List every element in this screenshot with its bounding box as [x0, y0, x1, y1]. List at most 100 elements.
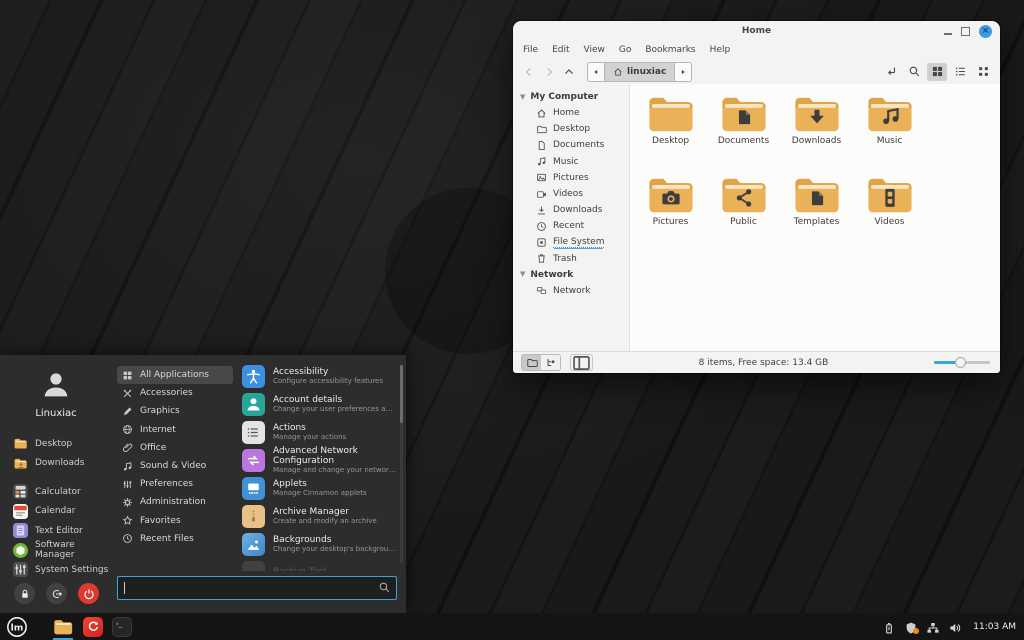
file-desktop[interactable]: Desktop	[634, 90, 707, 171]
folder-icon	[536, 124, 547, 135]
toggle-tree-pane-button[interactable]	[541, 355, 560, 370]
minimize-button[interactable]	[944, 32, 952, 35]
sidebar-item-trash[interactable]: Trash	[513, 251, 629, 267]
file-videos[interactable]: Videos	[853, 171, 926, 252]
maximize-button[interactable]	[961, 26, 970, 36]
sidebar-item-file-system[interactable]: File System	[513, 235, 629, 251]
slider-knob[interactable]	[955, 357, 966, 368]
titlebar[interactable]: Home ×	[513, 21, 1000, 41]
collapse-triangle-icon[interactable]: ▼	[520, 93, 525, 101]
breadcrumb-right-icon[interactable]	[675, 63, 691, 81]
sidebar-item-downloads[interactable]: Downloads	[513, 202, 629, 218]
battery-tray-icon[interactable]	[882, 620, 896, 634]
menu-search-input[interactable]	[117, 575, 397, 600]
shutdown-button[interactable]	[78, 583, 99, 604]
folder-templates-icon	[794, 176, 840, 214]
place-downloads[interactable]: Downloads	[0, 454, 112, 474]
toggle-location-entry-button[interactable]	[881, 63, 901, 81]
category-graphics[interactable]: Graphics	[117, 402, 233, 420]
app-archive-manager[interactable]: Archive Manager Create and modify an arch…	[242, 502, 396, 530]
app-advanced-network-configuration[interactable]: Advanced Network Configuration Manage and…	[242, 446, 396, 474]
file-downloads[interactable]: Downloads	[780, 90, 853, 171]
category-recent-files[interactable]: Recent Files	[117, 530, 233, 548]
menu-view[interactable]: View	[584, 45, 605, 55]
favorite-text-editor[interactable]: Text Editor	[0, 521, 112, 541]
category-all-applications[interactable]: All Applications	[117, 366, 233, 385]
home-icon	[536, 108, 547, 119]
menu-button[interactable]	[6, 613, 28, 640]
scrollbar-thumb[interactable]	[400, 365, 403, 423]
sidebar-section-network[interactable]: ▼ Network	[513, 267, 629, 283]
volume-tray-icon[interactable]	[948, 620, 962, 634]
category-favorites[interactable]: Favorites	[117, 512, 233, 530]
breadcrumb-home-button[interactable]: linuxiac	[604, 62, 676, 81]
file-documents[interactable]: Documents	[707, 90, 780, 171]
menu-edit[interactable]: Edit	[552, 45, 569, 55]
app-accessibility[interactable]: Accessibility Configure accessibility fea…	[242, 362, 396, 390]
app-list-scrollbar[interactable]	[400, 365, 403, 563]
app-backgrounds[interactable]: Backgrounds Change your desktop's backgro…	[242, 530, 396, 558]
close-button[interactable]: ×	[979, 24, 992, 38]
list-view-button[interactable]	[950, 63, 970, 81]
applets-icon	[242, 476, 265, 500]
toggle-places-pane-button[interactable]	[522, 355, 541, 370]
taskbar-file-manager[interactable]	[52, 613, 74, 640]
sidebar-item-documents[interactable]: Documents	[513, 137, 629, 153]
menu-bookmarks[interactable]: Bookmarks	[645, 45, 695, 55]
sidebar-item-recent[interactable]: Recent	[513, 218, 629, 234]
network-tray-icon[interactable]	[926, 620, 940, 634]
file-view[interactable]: Desktop Documents Downloads Music Pictur…	[629, 84, 1000, 351]
file-pictures[interactable]: Pictures	[634, 171, 707, 252]
toggle-sidebar-button[interactable]	[570, 354, 593, 371]
tree-icon	[545, 357, 557, 369]
clock-icon	[536, 221, 547, 232]
menu-file[interactable]: File	[523, 45, 538, 55]
collapse-triangle-icon[interactable]: ▼	[520, 271, 525, 278]
file-templates[interactable]: Templates	[780, 171, 853, 252]
favorite-calculator[interactable]: Calculator	[0, 482, 112, 502]
app-backup-tool[interactable]: Backup Tool	[242, 558, 396, 571]
back-button[interactable]	[520, 63, 537, 80]
taskbar-panel: ›_ 11:03 AM	[0, 613, 1024, 640]
up-button[interactable]	[560, 63, 577, 80]
compact-view-button[interactable]	[973, 63, 993, 81]
category-accessories[interactable]: Accessories	[117, 384, 233, 402]
user-avatar[interactable]	[40, 369, 72, 401]
category-office[interactable]: Office	[117, 439, 233, 457]
search-button[interactable]	[904, 63, 924, 81]
place-desktop[interactable]: Desktop	[0, 434, 112, 454]
sidebar-item-music[interactable]: Music	[513, 154, 629, 170]
calendar-icon	[13, 503, 28, 519]
taskbar-terminal[interactable]: ›_	[112, 613, 132, 640]
category-administration[interactable]: Administration	[117, 493, 233, 511]
breadcrumb-left-icon[interactable]	[588, 63, 604, 81]
sidebar-item-videos[interactable]: Videos	[513, 186, 629, 202]
app-applets[interactable]: Applets Manage Cinnamon applets	[242, 474, 396, 502]
app-actions[interactable]: Actions Manage your actions	[242, 418, 396, 446]
globe-icon	[122, 424, 133, 435]
zoom-slider[interactable]	[934, 355, 990, 370]
category-internet[interactable]: Internet	[117, 421, 233, 439]
sidebar-item-pictures[interactable]: Pictures	[513, 170, 629, 186]
sidebar-section-my-computer[interactable]: ▼ My Computer	[513, 89, 629, 105]
icon-view-button[interactable]	[927, 62, 947, 81]
update-manager-tray-icon[interactable]	[904, 620, 920, 634]
logout-button[interactable]	[46, 583, 67, 604]
menu-help[interactable]: Help	[710, 45, 731, 55]
menu-go[interactable]: Go	[619, 45, 631, 55]
taskbar-red-app[interactable]	[83, 613, 103, 640]
app-account-details[interactable]: Account details Change your user preferen…	[242, 390, 396, 418]
favorite-calendar[interactable]: Calendar	[0, 502, 112, 522]
favorite-software-manager[interactable]: Software Manager	[0, 540, 112, 560]
category-sound-video[interactable]: Sound & Video	[117, 457, 233, 475]
window-title: Home	[741, 26, 772, 36]
clock[interactable]: 11:03 AM	[973, 622, 1016, 632]
sidebar-item-desktop[interactable]: Desktop	[513, 121, 629, 137]
category-preferences[interactable]: Preferences	[117, 475, 233, 493]
favorite-system-settings[interactable]: System Settings	[0, 560, 112, 580]
lock-screen-button[interactable]	[14, 583, 35, 604]
sidebar-item-home[interactable]: Home	[513, 105, 629, 121]
forward-button[interactable]	[540, 63, 557, 80]
file-public[interactable]: Public	[707, 171, 780, 252]
file-music[interactable]: Music	[853, 90, 926, 171]
